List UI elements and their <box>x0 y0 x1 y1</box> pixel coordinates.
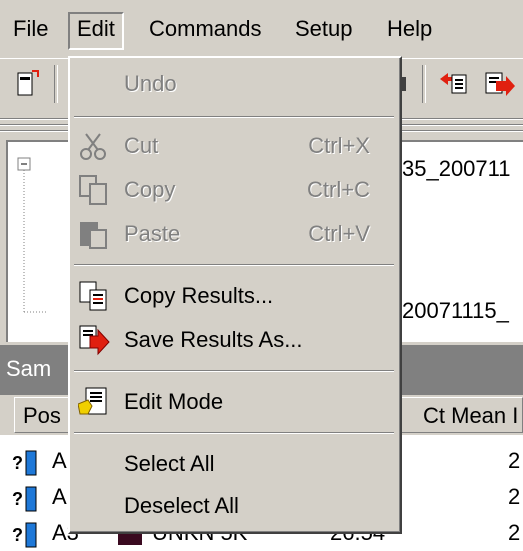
cell-ct-mean: 2 <box>508 520 521 545</box>
toolbar-arrow-button[interactable] <box>400 67 434 101</box>
save-results-icon <box>485 72 515 96</box>
toolbar-separator <box>54 65 58 103</box>
toolbar-separator <box>422 65 426 103</box>
menu-item-shortcut: Ctrl+V <box>308 221 370 246</box>
copy-icon <box>79 175 107 205</box>
menu-bar: File Edit Commands Setup Help <box>0 0 523 58</box>
paste-icon <box>80 222 107 249</box>
menu-item-label: Paste <box>124 221 181 246</box>
menu-separator <box>74 264 394 266</box>
menu-item-label: Edit Mode <box>124 389 224 414</box>
samples-label: Sam <box>6 356 52 381</box>
document-icon <box>17 70 39 96</box>
svg-text:?: ? <box>12 489 23 509</box>
menu-separator <box>74 370 394 372</box>
cell-pos: A <box>52 484 67 509</box>
well-tube-icon: ? <box>12 522 37 548</box>
svg-text:?: ? <box>12 453 23 473</box>
svg-text:?: ? <box>12 525 23 545</box>
edit-menu-dropdown: Undo Cut Ctrl+X Copy Ctrl+C Paste Ctrl+V <box>68 56 402 534</box>
toolbar-new-button[interactable] <box>10 67 44 101</box>
menu-item-cut[interactable]: Cut Ctrl+X <box>70 126 400 166</box>
well-tube-icon: ? <box>12 450 37 476</box>
copy-results-icon <box>79 281 107 311</box>
menu-item-label: Select All <box>124 451 215 476</box>
menu-item-copy[interactable]: Copy Ctrl+C <box>70 170 400 210</box>
column-header-ct-mean[interactable]: Ct Mean I <box>400 397 523 433</box>
arrow-icon <box>402 77 406 91</box>
menu-item-label: Cut <box>124 133 159 158</box>
menu-item-undo[interactable]: Undo <box>70 64 400 104</box>
menu-item-select-all[interactable]: Select All <box>70 444 400 484</box>
cell-pos: A <box>52 448 67 473</box>
scissors-icon <box>80 133 106 160</box>
menu-separator <box>74 432 394 434</box>
well-tube-icon: ? <box>12 486 37 512</box>
menu-item-label: Undo <box>124 71 177 96</box>
tree-lines-icon <box>17 157 46 313</box>
toolbar-copy-results-button[interactable] <box>438 67 472 101</box>
save-results-icon <box>79 325 110 356</box>
cell-ct-mean: 2 <box>508 448 521 473</box>
menu-item-paste[interactable]: Paste Ctrl+V <box>70 214 400 254</box>
menu-item-label: Copy Results... <box>124 283 274 308</box>
menu-edit[interactable]: Edit <box>68 12 124 50</box>
menu-item-copy-results[interactable]: Copy Results... <box>70 276 400 316</box>
menu-commands[interactable]: Commands <box>142 12 268 46</box>
menu-item-deselect-all[interactable]: Deselect All <box>70 486 400 526</box>
menu-help[interactable]: Help <box>380 12 439 46</box>
edit-mode-icon <box>78 387 107 415</box>
menu-item-shortcut: Ctrl+X <box>308 133 370 158</box>
menu-item-label: Deselect All <box>124 493 239 518</box>
toolbar-save-results-button[interactable] <box>482 67 516 101</box>
menu-item-save-results[interactable]: Save Results As... <box>70 320 400 360</box>
copy-results-icon <box>440 73 467 94</box>
menu-file[interactable]: File <box>6 12 55 46</box>
menu-separator <box>74 116 394 118</box>
menu-setup[interactable]: Setup <box>288 12 360 46</box>
tree-item-run[interactable]: 35_200711 <box>402 156 511 182</box>
menu-item-shortcut: Ctrl+C <box>307 177 370 202</box>
menu-item-edit-mode[interactable]: Edit Mode <box>70 382 400 422</box>
cell-ct-mean: 2 <box>508 484 521 509</box>
tree-item-plate[interactable]: 20071115_ <box>402 298 509 324</box>
menu-item-label: Save Results As... <box>124 327 303 352</box>
menu-item-label: Copy <box>124 177 176 202</box>
